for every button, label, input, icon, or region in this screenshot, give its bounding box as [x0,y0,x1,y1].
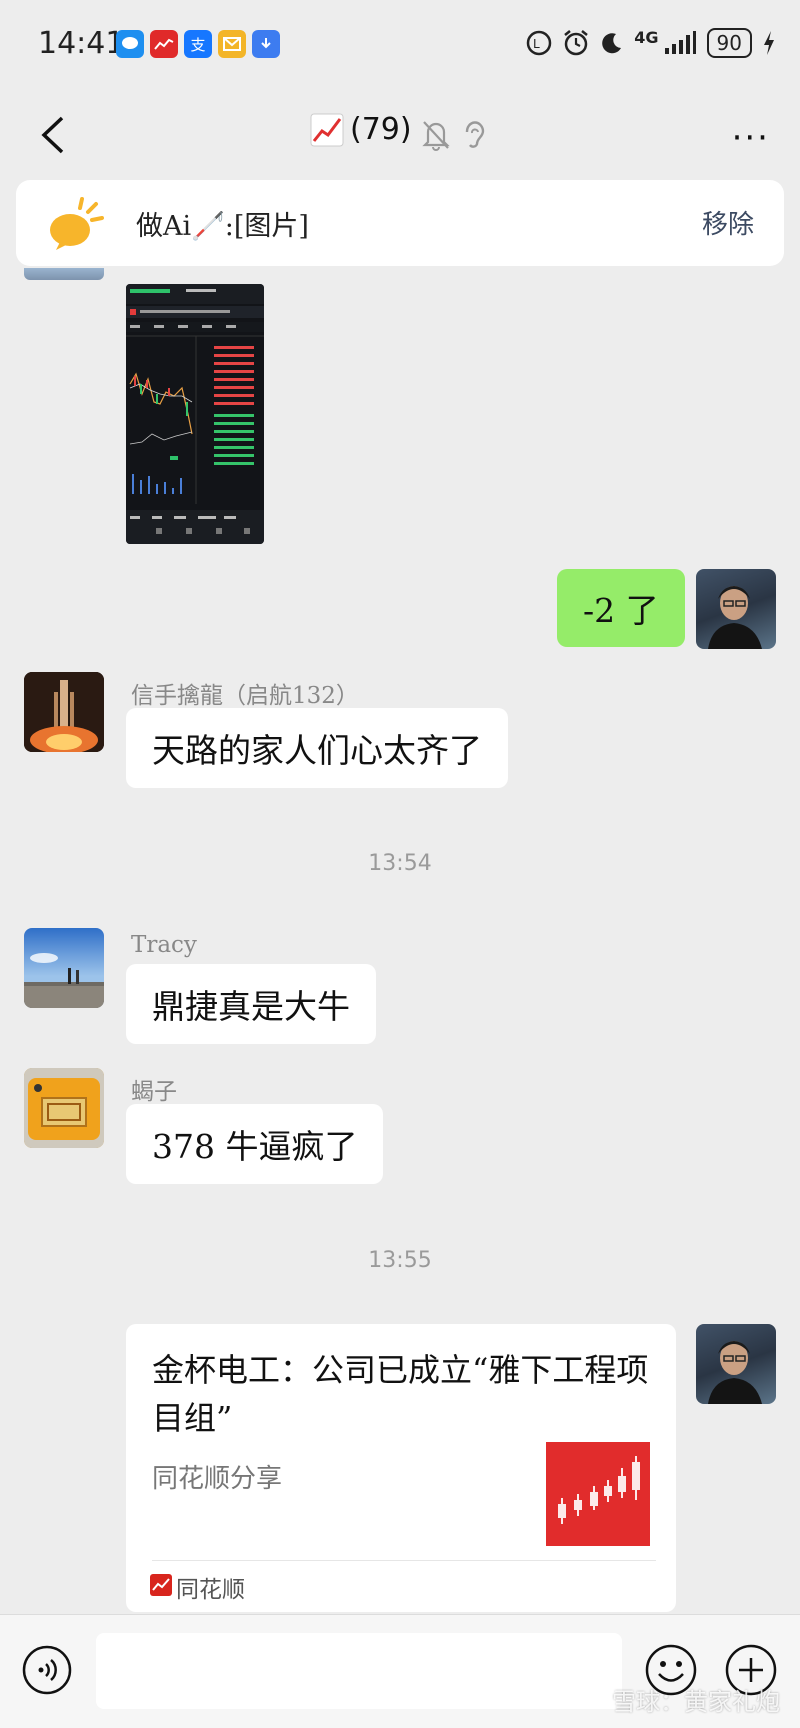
pinned-text: 做Ai🦯:[图片] [136,211,309,242]
signal-icon [664,31,696,54]
sender-name: Tracy [131,932,197,958]
hd-call-icon: L [527,30,552,56]
timestamp: 13:55 [368,1248,432,1273]
status-bar: 14:41 支 L 4G 90 [0,0,800,90]
avatar[interactable] [24,672,104,752]
announcement-icon [50,197,104,250]
moon-icon [602,33,622,54]
my-avatar[interactable] [696,1324,776,1404]
alipay-icon: 支 [184,30,212,58]
message-text: 天路的家人们心太齐了 [152,731,482,770]
mute-bell-icon [422,121,450,151]
tonghuashun-logo-icon [150,1574,172,1596]
card-source: 同花顺 [176,1577,245,1603]
message-input[interactable] [96,1633,622,1709]
chat-header: (79) ··· [0,90,800,180]
avatar[interactable] [24,268,104,280]
status-indicators: L 4G 90 [526,28,776,58]
stock-app-icon [150,30,178,58]
chat-bubble-icon [116,30,144,58]
status-time: 14:41 [38,26,125,61]
avatar[interactable] [24,1068,104,1148]
ear-icon [465,121,485,148]
sender-name: 信手擒龍（启航132） [131,683,359,709]
timestamp: 13:54 [368,851,432,876]
message-text: -2 了 [583,591,659,630]
member-count: (79) [350,112,412,147]
back-arrow-icon[interactable] [30,110,80,160]
alarm-icon [564,30,589,56]
my-message-bubble[interactable]: -2 了 [557,569,685,647]
chart-up-icon [310,113,344,146]
battery-level: 90 [706,28,752,58]
shared-link-card[interactable]: 金杯电工：公司已成立“雅下工程项目组” 同花顺分享 同花顺 [126,1324,676,1612]
sender-name: 蝎子 [131,1079,177,1105]
mail-icon [218,30,246,58]
card-subtitle: 同花顺分享 [152,1464,283,1494]
message-bubble[interactable]: 378 牛逼疯了 [126,1104,384,1184]
pinned-message-banner[interactable]: 做Ai🦯:[图片] 移除 [16,180,784,266]
card-divider [152,1560,656,1561]
charging-icon [764,31,774,55]
network-type-label: 4G [634,27,659,47]
watermark: 雪球：黄家礼炮 [612,1688,780,1716]
card-title: 金杯电工：公司已成立“雅下工程项目组” [152,1351,649,1437]
message-text: 378 牛逼疯了 [152,1127,358,1166]
voice-input-icon[interactable] [22,1645,72,1695]
message-bubble[interactable]: 天路的家人们心太齐了 [126,708,508,788]
download-icon [252,30,280,58]
message-text: 鼎捷真是大牛 [152,987,350,1026]
card-thumbnail [546,1442,650,1546]
avatar[interactable] [24,928,104,1008]
my-avatar[interactable] [696,569,776,649]
stock-chart-image-message[interactable] [126,284,264,544]
message-bubble[interactable]: 鼎捷真是大牛 [126,964,376,1044]
chat-title: (79) [310,112,412,147]
more-options-icon[interactable]: ··· [732,118,770,158]
svg-text:L: L [533,37,540,51]
remove-pin-button[interactable]: 移除 [702,204,754,241]
